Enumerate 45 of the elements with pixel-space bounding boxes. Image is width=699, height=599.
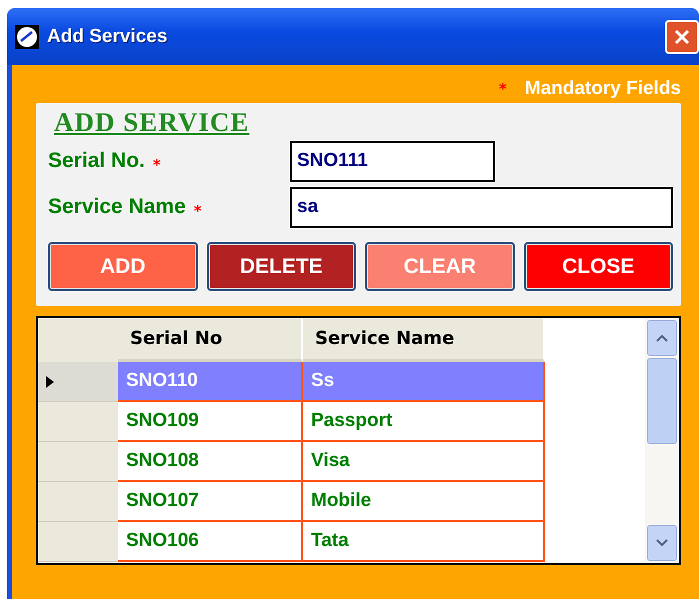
scroll-thumb[interactable] — [647, 358, 677, 444]
table-row[interactable]: SNO109 Passport — [38, 402, 645, 442]
table-row[interactable]: SNO106 Tata — [38, 522, 645, 562]
table-row[interactable]: SNO107 Mobile — [38, 482, 645, 522]
action-button[interactable]: CLOSE — [524, 242, 673, 291]
required-mark: * — [194, 202, 203, 220]
up-caret-icon — [656, 334, 668, 342]
group-title: ADD SERVICE — [54, 107, 250, 138]
column-header[interactable]: Service Name — [303, 318, 545, 362]
row-header[interactable] — [38, 482, 118, 522]
table-cell: Ss — [303, 362, 545, 402]
table-cell: Mobile — [303, 482, 545, 522]
table-cell: Visa — [303, 442, 545, 482]
selected-row[interactable]: SNO110 Ss — [38, 362, 645, 402]
table-cell: SNO109 — [118, 402, 303, 442]
row-header[interactable] — [38, 442, 118, 482]
mandatory-note: Mandatory Fields — [524, 78, 681, 100]
scroll-up-button[interactable] — [647, 320, 677, 356]
row-header[interactable] — [38, 362, 118, 402]
table-row[interactable]: SNO108 Visa — [38, 442, 645, 482]
row-header[interactable] — [38, 402, 118, 442]
down-caret-icon — [656, 539, 668, 547]
window-title: Add Services — [47, 26, 168, 48]
action-button[interactable]: ADD — [48, 242, 198, 291]
close-button[interactable] — [665, 20, 699, 54]
table-cell: SNO106 — [118, 522, 303, 562]
table-cell: Tata — [303, 522, 545, 562]
action-button[interactable]: DELETE — [206, 242, 356, 291]
app-icon — [15, 24, 39, 48]
input-field[interactable]: SNO111 — [290, 140, 495, 182]
input-field[interactable]: sa — [290, 186, 673, 228]
column-header[interactable]: Serial No — [118, 318, 303, 362]
close-icon — [673, 28, 691, 46]
required-mark: * — [152, 156, 162, 174]
table-cell: SNO107 — [118, 482, 303, 522]
row-pointer-icon — [46, 376, 54, 388]
field-label: Serial No. — [48, 149, 145, 173]
table-cell: Passport — [303, 402, 545, 442]
table-cell: SNO110 — [118, 362, 303, 402]
scroll-down-button[interactable] — [647, 525, 677, 561]
scrollbar[interactable] — [645, 318, 679, 563]
field-label: Service Name — [48, 195, 186, 219]
table-cell: SNO108 — [118, 442, 303, 482]
required-mark: * — [498, 80, 507, 98]
row-header[interactable] — [38, 522, 118, 562]
